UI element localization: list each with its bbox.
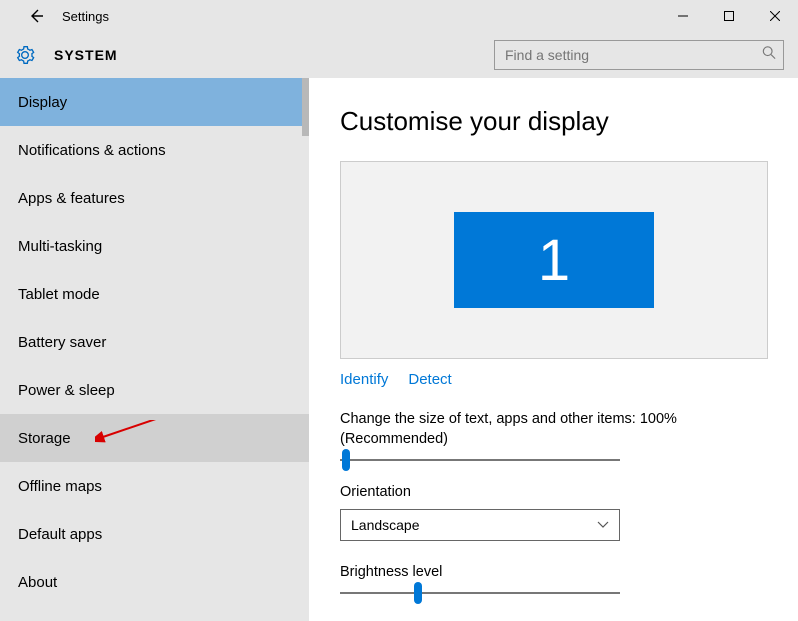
sidebar-item-battery-saver[interactable]: Battery saver <box>0 318 309 366</box>
section-title: SYSTEM <box>54 47 118 63</box>
titlebar: Settings <box>0 0 798 32</box>
slider-thumb[interactable] <box>414 582 422 604</box>
sidebar: Display Notifications & actions Apps & f… <box>0 78 310 621</box>
sidebar-item-label: Battery saver <box>18 334 106 351</box>
monitor-number: 1 <box>538 227 570 294</box>
gear-icon <box>14 44 36 66</box>
chevron-down-icon <box>597 518 609 532</box>
sidebar-item-display[interactable]: Display <box>0 78 309 126</box>
sidebar-item-tablet-mode[interactable]: Tablet mode <box>0 270 309 318</box>
display-links: Identify Detect <box>340 371 768 388</box>
orientation-value: Landscape <box>351 517 420 533</box>
sidebar-item-label: Default apps <box>18 526 102 543</box>
maximize-icon <box>724 11 734 21</box>
header: SYSTEM <box>0 32 798 78</box>
page-title: Customise your display <box>340 106 768 137</box>
sidebar-item-notifications[interactable]: Notifications & actions <box>0 126 309 174</box>
detect-link[interactable]: Detect <box>408 371 451 388</box>
close-icon <box>770 11 780 21</box>
search-wrap <box>494 40 784 70</box>
sidebar-item-power-sleep[interactable]: Power & sleep <box>0 366 309 414</box>
brightness-slider[interactable] <box>340 592 620 594</box>
back-button[interactable] <box>20 0 52 32</box>
window-title: Settings <box>62 9 109 24</box>
back-arrow-icon <box>28 8 44 24</box>
text-size-slider[interactable] <box>340 459 620 461</box>
text-size-label: Change the size of text, apps and other … <box>340 410 768 449</box>
sidebar-item-label: Tablet mode <box>18 286 100 303</box>
close-button[interactable] <box>752 0 798 32</box>
sidebar-item-label: Apps & features <box>18 190 125 207</box>
sidebar-item-label: Storage <box>18 430 71 447</box>
minimize-button[interactable] <box>660 0 706 32</box>
sidebar-item-label: Multi-tasking <box>18 238 102 255</box>
sidebar-item-apps-features[interactable]: Apps & features <box>0 174 309 222</box>
sidebar-item-label: Display <box>18 94 67 111</box>
window-controls <box>660 0 798 32</box>
sidebar-item-offline-maps[interactable]: Offline maps <box>0 462 309 510</box>
scrollbar-thumb[interactable] <box>302 78 309 136</box>
sidebar-item-default-apps[interactable]: Default apps <box>0 510 309 558</box>
brightness-label: Brightness level <box>340 563 768 583</box>
sidebar-item-storage[interactable]: Storage <box>0 414 309 462</box>
search-input[interactable] <box>494 40 784 70</box>
sidebar-item-label: Notifications & actions <box>18 142 166 159</box>
sidebar-item-about[interactable]: About <box>0 558 309 606</box>
sidebar-item-multitasking[interactable]: Multi-tasking <box>0 222 309 270</box>
orientation-select[interactable]: Landscape <box>340 509 620 541</box>
monitor-thumbnail[interactable]: 1 <box>454 212 654 308</box>
content: Customise your display 1 Identify Detect… <box>310 78 798 621</box>
minimize-icon <box>678 11 688 21</box>
maximize-button[interactable] <box>706 0 752 32</box>
display-preview[interactable]: 1 <box>340 161 768 359</box>
sidebar-item-label: Offline maps <box>18 478 102 495</box>
slider-thumb[interactable] <box>342 449 350 471</box>
sidebar-item-label: Power & sleep <box>18 382 115 399</box>
identify-link[interactable]: Identify <box>340 371 388 388</box>
orientation-label: Orientation <box>340 483 768 503</box>
sidebar-item-label: About <box>18 574 57 591</box>
